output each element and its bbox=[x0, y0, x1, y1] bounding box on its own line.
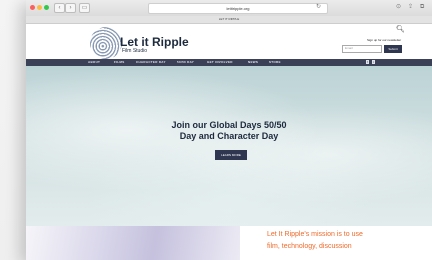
hero-title-line2: Day and Character Day bbox=[179, 131, 279, 141]
mission-text-line1: Let It Ripple's mission is to use bbox=[267, 231, 363, 238]
nav-item-character-day[interactable]: CHARACTER DAY bbox=[136, 59, 166, 66]
tabs-icon[interactable]: ⧉ bbox=[420, 3, 424, 11]
email-field[interactable]: Email bbox=[342, 45, 382, 53]
close-window-button[interactable] bbox=[30, 5, 35, 10]
reload-icon[interactable]: ↻ bbox=[316, 3, 321, 11]
forward-icon[interactable]: › bbox=[65, 3, 76, 13]
nav-item-get-involved[interactable]: GET INVOLVED bbox=[207, 59, 233, 66]
back-icon[interactable]: ‹ bbox=[54, 3, 65, 13]
submit-button[interactable]: Submit bbox=[384, 45, 402, 53]
ripple-logo-icon[interactable] bbox=[90, 27, 122, 59]
facebook-icon[interactable]: f bbox=[366, 60, 369, 64]
nav-item-store[interactable]: STORE bbox=[269, 59, 281, 66]
main-nav: ABOUT FILMS CHARACTER DAY 50/50 DAY GET … bbox=[26, 59, 432, 66]
extension-icon[interactable]: ⊙ bbox=[396, 3, 401, 11]
nav-item-films[interactable]: FILMS bbox=[114, 59, 125, 66]
minimize-window-button[interactable] bbox=[37, 5, 42, 10]
search-icon[interactable]: 🔍︎ bbox=[396, 26, 405, 34]
background-desk: ‹ › ▭ letitripple.org ↻ ⊙ ⇪ ⧉ LET IT RIP… bbox=[0, 0, 432, 260]
address-bar[interactable]: letitripple.org bbox=[148, 3, 328, 14]
hero-title-line1: Join our Global Days 50/50 bbox=[171, 120, 287, 130]
newsletter-label: Sign up for our newsletter bbox=[367, 38, 402, 42]
logo-title[interactable]: Let it Ripple bbox=[120, 36, 189, 48]
share-icon[interactable]: ⇪ bbox=[408, 3, 413, 11]
active-tab[interactable]: LET IT RIPPLE bbox=[26, 16, 432, 24]
logo-subtitle: Film Studio bbox=[122, 48, 148, 54]
sidebar-icon[interactable]: ▭ bbox=[79, 3, 90, 13]
browser-window: ‹ › ▭ letitripple.org ↻ ⊙ ⇪ ⧉ LET IT RIP… bbox=[26, 0, 432, 260]
zoom-window-button[interactable] bbox=[44, 5, 49, 10]
feature-image bbox=[26, 226, 240, 260]
mission-text-line2: film, technology, discussion bbox=[267, 243, 352, 250]
nav-item-about[interactable]: ABOUT bbox=[88, 59, 100, 66]
learn-more-button[interactable]: LEARN MORE bbox=[215, 150, 247, 160]
twitter-icon[interactable]: t bbox=[372, 60, 375, 64]
browser-toolbar: ‹ › ▭ letitripple.org ↻ ⊙ ⇪ ⧉ bbox=[26, 0, 432, 17]
nav-item-news[interactable]: NEWS bbox=[248, 59, 258, 66]
hero-banner: Join our Global Days 50/50 Day and Chara… bbox=[26, 66, 432, 226]
nav-item-5050-day[interactable]: 50/50 DAY bbox=[177, 59, 194, 66]
